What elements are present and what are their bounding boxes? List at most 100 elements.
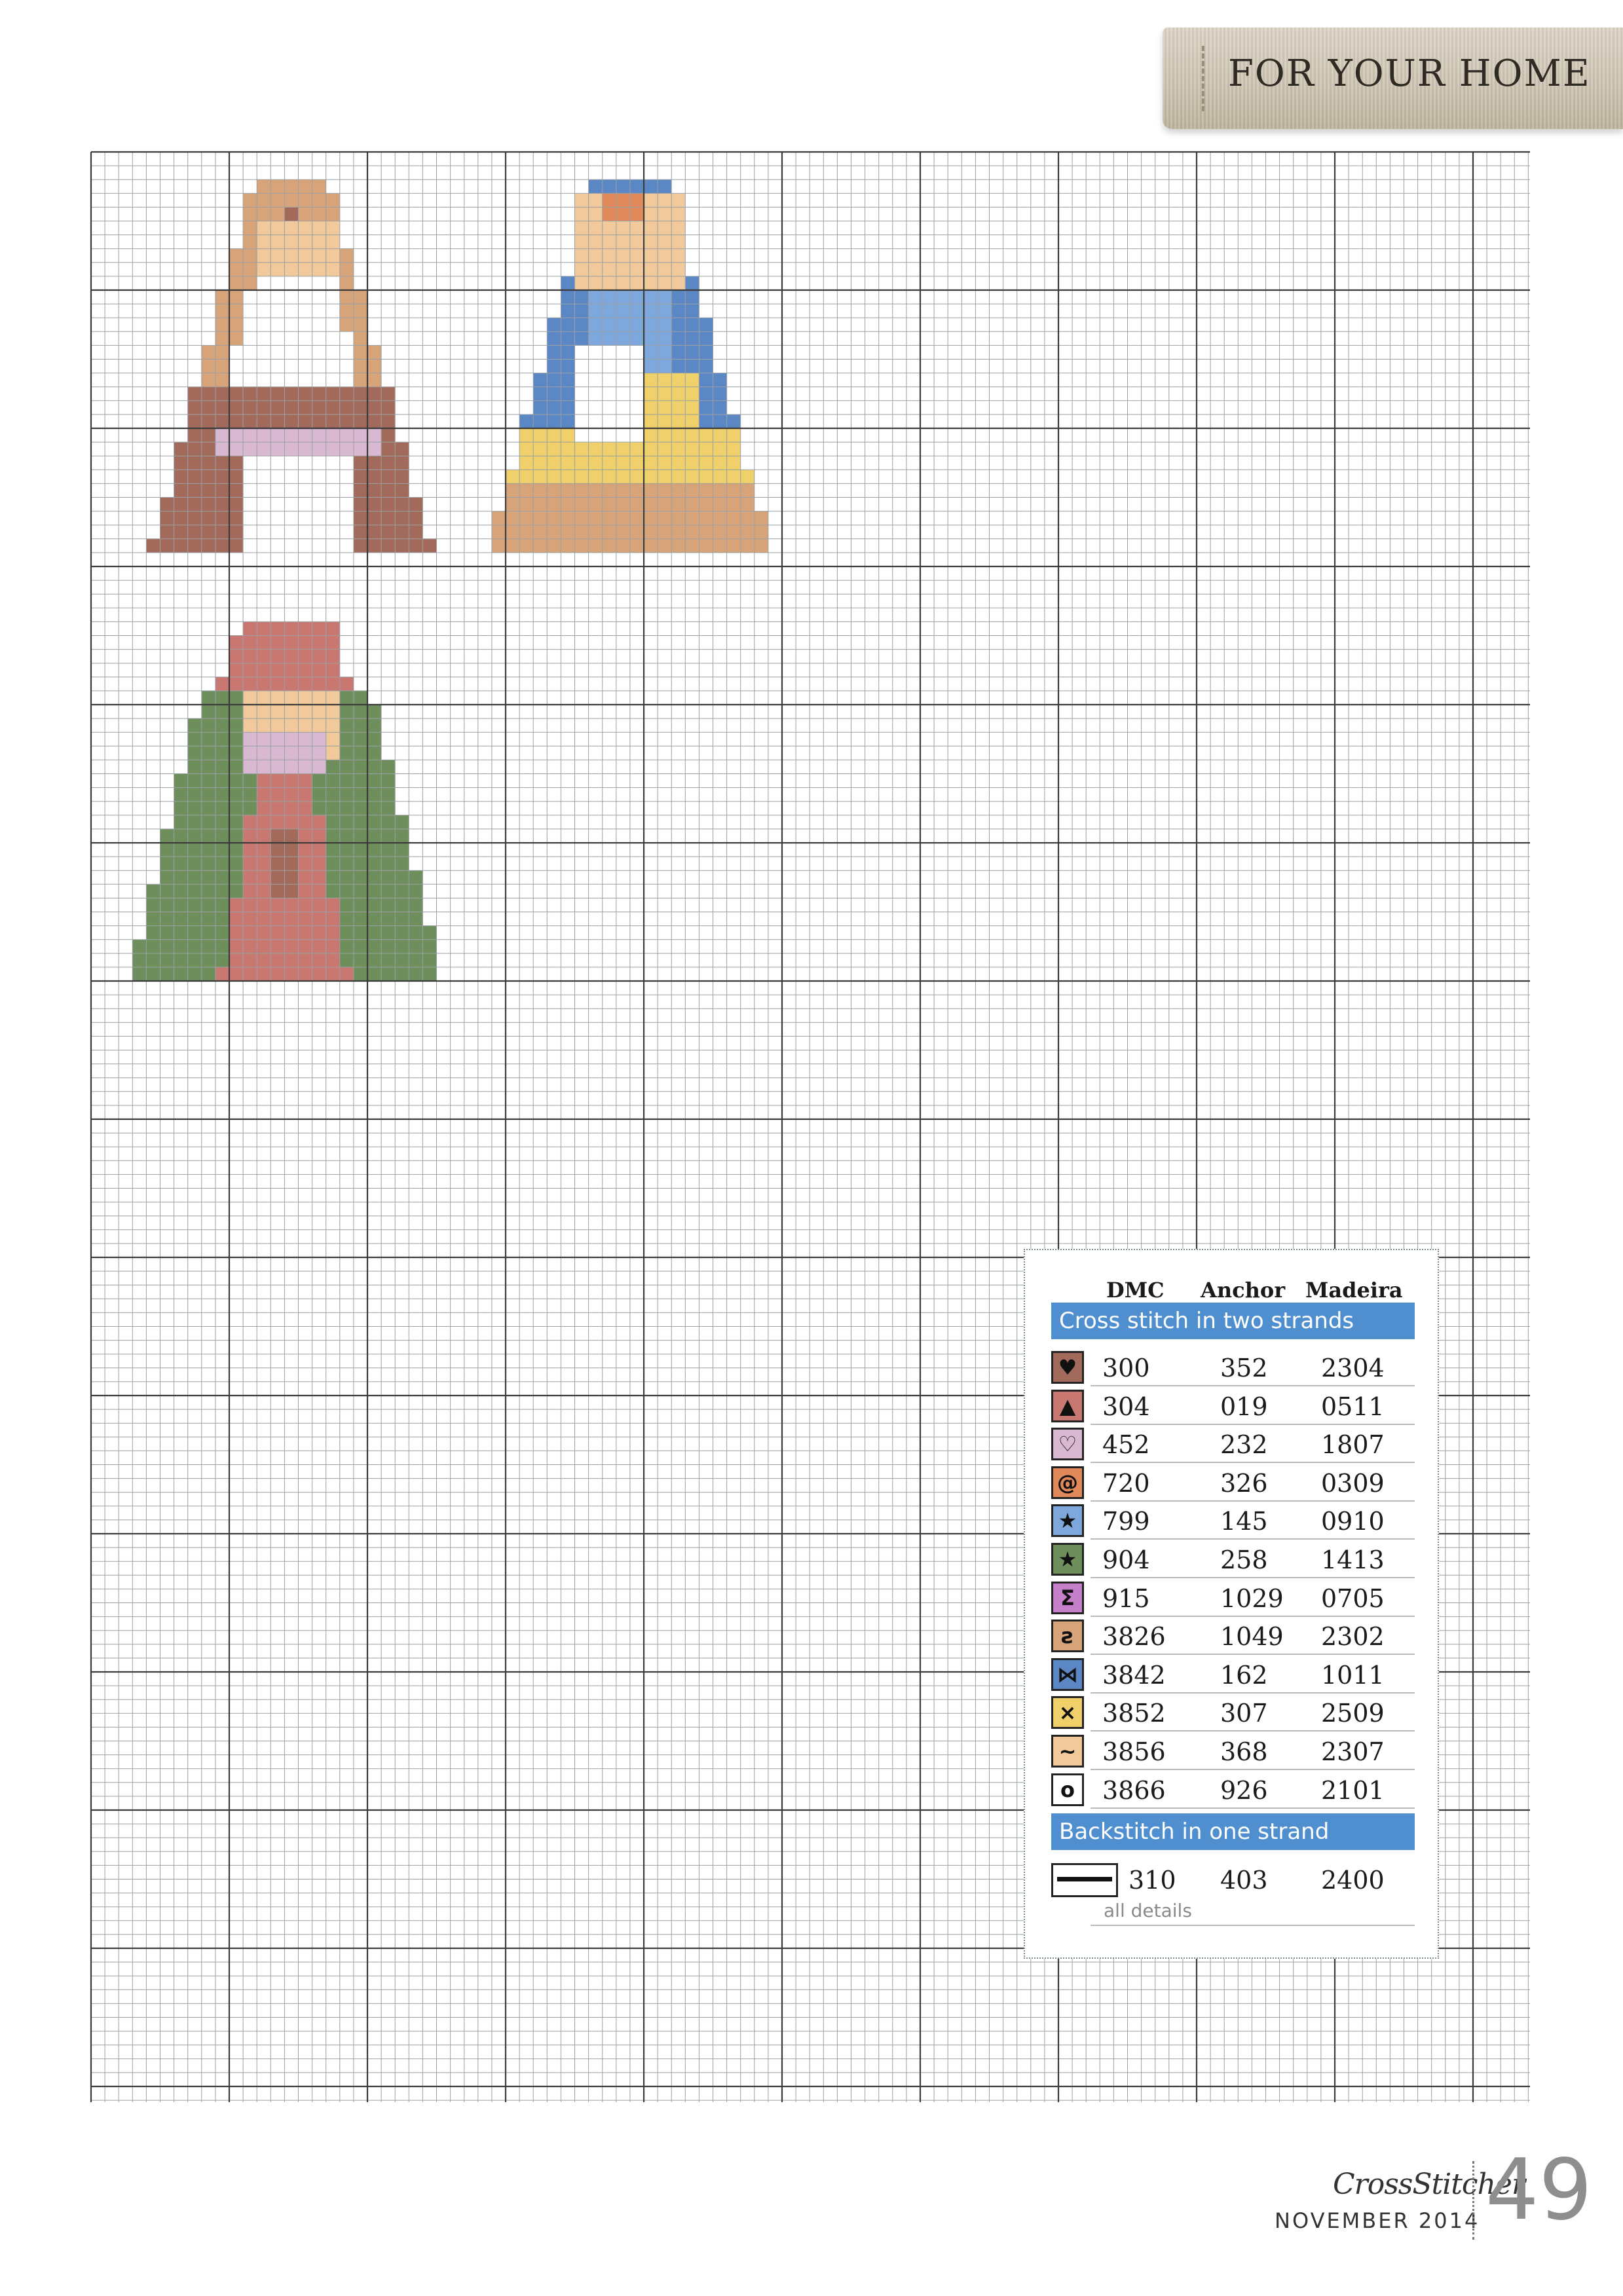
motif2-hat-band <box>602 207 644 221</box>
motif1-beard <box>243 304 340 318</box>
key-row: Σ 915 1029 0705 <box>1051 1579 1415 1617</box>
backstitch-anchor: 403 <box>1220 1866 1268 1895</box>
madeira-number: 1011 <box>1321 1660 1385 1690</box>
motif3-face <box>243 690 340 705</box>
thread-symbol-icon: ♥ <box>1051 1351 1084 1384</box>
dmc-number: 300 <box>1102 1354 1150 1382</box>
madeira-number: 0910 <box>1321 1507 1385 1536</box>
key-row: ▲ 304 019 0511 <box>1051 1387 1415 1425</box>
dmc-number: 304 <box>1102 1392 1150 1421</box>
thread-symbol-icon: ƨ <box>1051 1620 1084 1653</box>
row-rule <box>1091 1807 1415 1809</box>
key-row: × 3852 307 2509 <box>1051 1694 1415 1732</box>
anchor-number: 145 <box>1220 1507 1268 1536</box>
anchor-number: 926 <box>1220 1775 1268 1805</box>
backstitch-symbol <box>1051 1863 1118 1897</box>
dmc-number: 3852 <box>1102 1699 1166 1728</box>
madeira-number: 0511 <box>1321 1392 1385 1421</box>
motif2-beard <box>574 414 644 428</box>
dmc-number: 3856 <box>1102 1737 1166 1766</box>
backstitch-row: 310 403 2400 <box>1051 1861 1415 1898</box>
motif1-row <box>257 179 326 194</box>
key-row: ★ 904 258 1413 <box>1051 1540 1415 1578</box>
motif2-hat-band <box>602 193 644 208</box>
backstitch-madeira: 2400 <box>1321 1866 1385 1895</box>
key-row: ★ 799 145 0910 <box>1051 1502 1415 1540</box>
motif1-beard <box>229 373 354 387</box>
motif1-beard <box>243 290 340 305</box>
anchor-number: 162 <box>1220 1660 1268 1690</box>
thread-symbol-icon: ♡ <box>1051 1428 1084 1461</box>
thread-symbol-icon: ★ <box>1051 1543 1084 1576</box>
thread-symbol-icon: @ <box>1051 1466 1084 1499</box>
motif1-beard <box>243 318 340 332</box>
dmc-number: 904 <box>1102 1546 1150 1574</box>
thread-key: DMC Anchor Madeira Cross stitch in two s… <box>1024 1249 1439 1959</box>
madeira-number: 2509 <box>1321 1699 1385 1728</box>
backstitch-note: all details <box>1104 1900 1192 1921</box>
motif1-row <box>187 414 396 428</box>
madeira-number: 1807 <box>1321 1430 1385 1460</box>
key-header-anchor: Anchor <box>1201 1278 1286 1303</box>
key-row: ♡ 452 232 1807 <box>1051 1425 1415 1464</box>
cross-stitch-title: Cross stitch in two strands <box>1051 1303 1415 1339</box>
key-row: @720 326 0309 <box>1051 1464 1415 1502</box>
motif2-beard <box>574 359 644 373</box>
thread-symbol-icon: × <box>1051 1696 1084 1730</box>
anchor-number: 1049 <box>1220 1622 1284 1652</box>
key-row: ⋈ 3842 162 1011 <box>1051 1656 1415 1694</box>
dmc-number: 720 <box>1102 1468 1150 1498</box>
dmc-number: 3826 <box>1102 1622 1166 1652</box>
backstitch-dmc: 310 <box>1129 1866 1176 1895</box>
madeira-number: 2307 <box>1321 1737 1385 1766</box>
thread-symbol-icon: ⋈ <box>1051 1657 1084 1691</box>
anchor-number: 258 <box>1220 1546 1268 1574</box>
motif1-row <box>243 193 340 208</box>
motif2-beard <box>574 345 644 360</box>
key-bottom-rule <box>1091 1925 1415 1926</box>
madeira-number: 2302 <box>1321 1622 1385 1652</box>
motif1-beard <box>229 359 354 373</box>
madeira-number: 1413 <box>1321 1546 1385 1574</box>
anchor-number: 1029 <box>1220 1583 1284 1613</box>
motif1-row <box>187 386 396 401</box>
anchor-number: 307 <box>1220 1699 1268 1728</box>
motif1-row <box>187 400 396 415</box>
motif2-beard <box>574 373 644 387</box>
madeira-number: 2101 <box>1321 1775 1385 1805</box>
thread-symbol-icon: ▲ <box>1051 1389 1084 1422</box>
anchor-number: 019 <box>1220 1392 1268 1421</box>
key-header-dmc: DMC <box>1106 1278 1165 1303</box>
motif3-row <box>243 621 340 636</box>
dmc-number: 452 <box>1102 1430 1150 1460</box>
motif2-beard <box>574 386 644 401</box>
issue-date: NOVEMBER 2014 <box>1275 2208 1480 2233</box>
backstitch-title: Backstitch in one strand <box>1051 1813 1415 1850</box>
dmc-number: 3866 <box>1102 1775 1166 1805</box>
dmc-number: 915 <box>1102 1583 1150 1613</box>
thread-symbol-icon: ★ <box>1051 1504 1084 1538</box>
madeira-number: 0705 <box>1321 1583 1385 1613</box>
madeira-number: 2304 <box>1321 1354 1385 1382</box>
thread-symbol-icon: ~ <box>1051 1735 1084 1768</box>
motif1-beard <box>229 345 354 360</box>
page-number: 49 <box>1485 2141 1592 2239</box>
key-row: ♥ 300 352 2304 <box>1051 1348 1415 1386</box>
key-header-madeira: Madeira <box>1305 1278 1403 1303</box>
dmc-number: 799 <box>1102 1507 1150 1536</box>
key-row: ƨ 3826 1049 2302 <box>1051 1617 1415 1656</box>
thread-symbol-icon: Σ <box>1051 1581 1084 1614</box>
anchor-number: 232 <box>1220 1430 1268 1460</box>
page-number-divider <box>1472 2161 1474 2240</box>
madeira-number: 0309 <box>1321 1468 1385 1498</box>
anchor-number: 368 <box>1220 1737 1268 1766</box>
key-row: ~3856 368 2307 <box>1051 1732 1415 1770</box>
key-row: o 3866 926 2101 <box>1051 1771 1415 1809</box>
thread-symbol-icon: o <box>1051 1773 1084 1806</box>
motif3-face <box>243 718 340 733</box>
dmc-number: 3842 <box>1102 1660 1166 1690</box>
motif2-beard <box>574 400 644 415</box>
motif3-face <box>243 705 340 719</box>
anchor-number: 326 <box>1220 1468 1268 1498</box>
anchor-number: 352 <box>1220 1354 1268 1382</box>
